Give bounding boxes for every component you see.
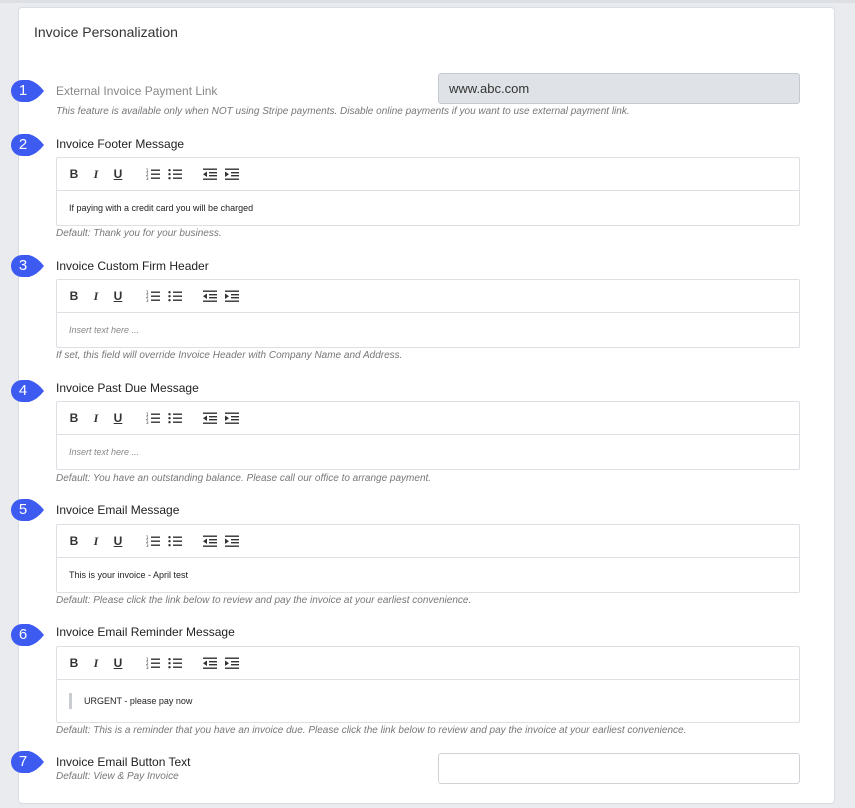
underline-button[interactable]: U [112,166,124,182]
italic-button[interactable]: I [90,288,102,304]
italic-button[interactable]: I [90,410,102,426]
firm-header-hint: If set, this field will override Invoice… [56,350,403,361]
indent-icon[interactable] [225,410,239,426]
bullet-list-icon[interactable] [168,410,182,426]
callout-badge-4: 4 [7,376,45,406]
panel-title: Invoice Personalization [34,24,178,40]
footer-message-editor: B I U If paying with a credit card you w… [56,157,800,226]
italic-button[interactable]: I [90,655,102,671]
bold-button[interactable]: B [68,288,80,304]
payment-link-hint: This feature is available only when NOT … [56,106,630,117]
outdent-icon[interactable] [203,655,217,671]
button-text-input[interactable] [438,753,800,784]
email-reminder-editor: B I U URGENT - please pay now [56,646,800,723]
editor-toolbar: B I U [57,402,799,435]
italic-button[interactable]: I [90,533,102,549]
ordered-list-icon[interactable] [146,533,160,549]
editor-toolbar: B I U [57,158,799,191]
bullet-list-icon[interactable] [168,533,182,549]
bullet-list-icon[interactable] [168,288,182,304]
email-message-content[interactable]: This is your invoice - April test [57,558,799,592]
underline-button[interactable]: U [112,288,124,304]
email-message-label: Invoice Email Message [56,503,180,517]
bullet-list-icon[interactable] [168,655,182,671]
outdent-icon[interactable] [203,288,217,304]
blockquote-bar [69,693,72,709]
callout-badge-1: 1 [7,76,45,106]
invoice-personalization-panel: Invoice Personalization External Invoice… [18,7,835,804]
callout-badge-3: 3 [7,251,45,281]
indent-icon[interactable] [225,288,239,304]
callout-badge-5: 5 [7,495,45,525]
payment-link-input[interactable]: www.abc.com [438,73,800,104]
callout-badge-2: 2 [7,130,45,160]
bold-button[interactable]: B [68,655,80,671]
bold-button[interactable]: B [68,166,80,182]
editor-toolbar: B I U [57,647,799,680]
bold-button[interactable]: B [68,533,80,549]
button-text-label: Invoice Email Button Text [56,755,191,769]
ordered-list-icon[interactable] [146,410,160,426]
bold-button[interactable]: B [68,410,80,426]
top-edge [0,0,855,3]
ordered-list-icon[interactable] [146,288,160,304]
past-due-editor: B I U Insert text here ... [56,401,800,470]
email-reminder-hint: Default: This is a reminder that you hav… [56,725,687,736]
email-message-editor: B I U This is your invoice - April test [56,524,800,593]
outdent-icon[interactable] [203,166,217,182]
underline-button[interactable]: U [112,655,124,671]
past-due-content[interactable]: Insert text here ... [57,435,799,469]
footer-message-label: Invoice Footer Message [56,137,185,151]
email-reminder-label: Invoice Email Reminder Message [56,625,235,639]
past-due-hint: Default: You have an outstanding balance… [56,473,432,484]
indent-icon[interactable] [225,533,239,549]
editor-toolbar: B I U [57,525,799,558]
underline-button[interactable]: U [112,533,124,549]
ordered-list-icon[interactable] [146,655,160,671]
firm-header-content[interactable]: Insert text here ... [57,313,799,347]
footer-message-hint: Default: Thank you for your business. [56,228,222,239]
button-text-hint: Default: View & Pay Invoice [56,771,179,782]
callout-badge-7: 7 [7,747,45,777]
outdent-icon[interactable] [203,410,217,426]
email-message-hint: Default: Please click the link below to … [56,595,472,606]
payment-link-label: External Invoice Payment Link [56,84,218,98]
indent-icon[interactable] [225,655,239,671]
email-reminder-content[interactable]: URGENT - please pay now [57,680,799,722]
outdent-icon[interactable] [203,533,217,549]
italic-button[interactable]: I [90,166,102,182]
bullet-list-icon[interactable] [168,166,182,182]
past-due-label: Invoice Past Due Message [56,381,199,395]
email-reminder-text: URGENT - please pay now [84,696,193,706]
underline-button[interactable]: U [112,410,124,426]
ordered-list-icon[interactable] [146,166,160,182]
firm-header-editor: B I U Insert text here ... [56,279,800,348]
firm-header-label: Invoice Custom Firm Header [56,259,209,273]
editor-toolbar: B I U [57,280,799,313]
footer-message-content[interactable]: If paying with a credit card you will be… [57,191,799,225]
callout-badge-6: 6 [7,620,45,650]
indent-icon[interactable] [225,166,239,182]
